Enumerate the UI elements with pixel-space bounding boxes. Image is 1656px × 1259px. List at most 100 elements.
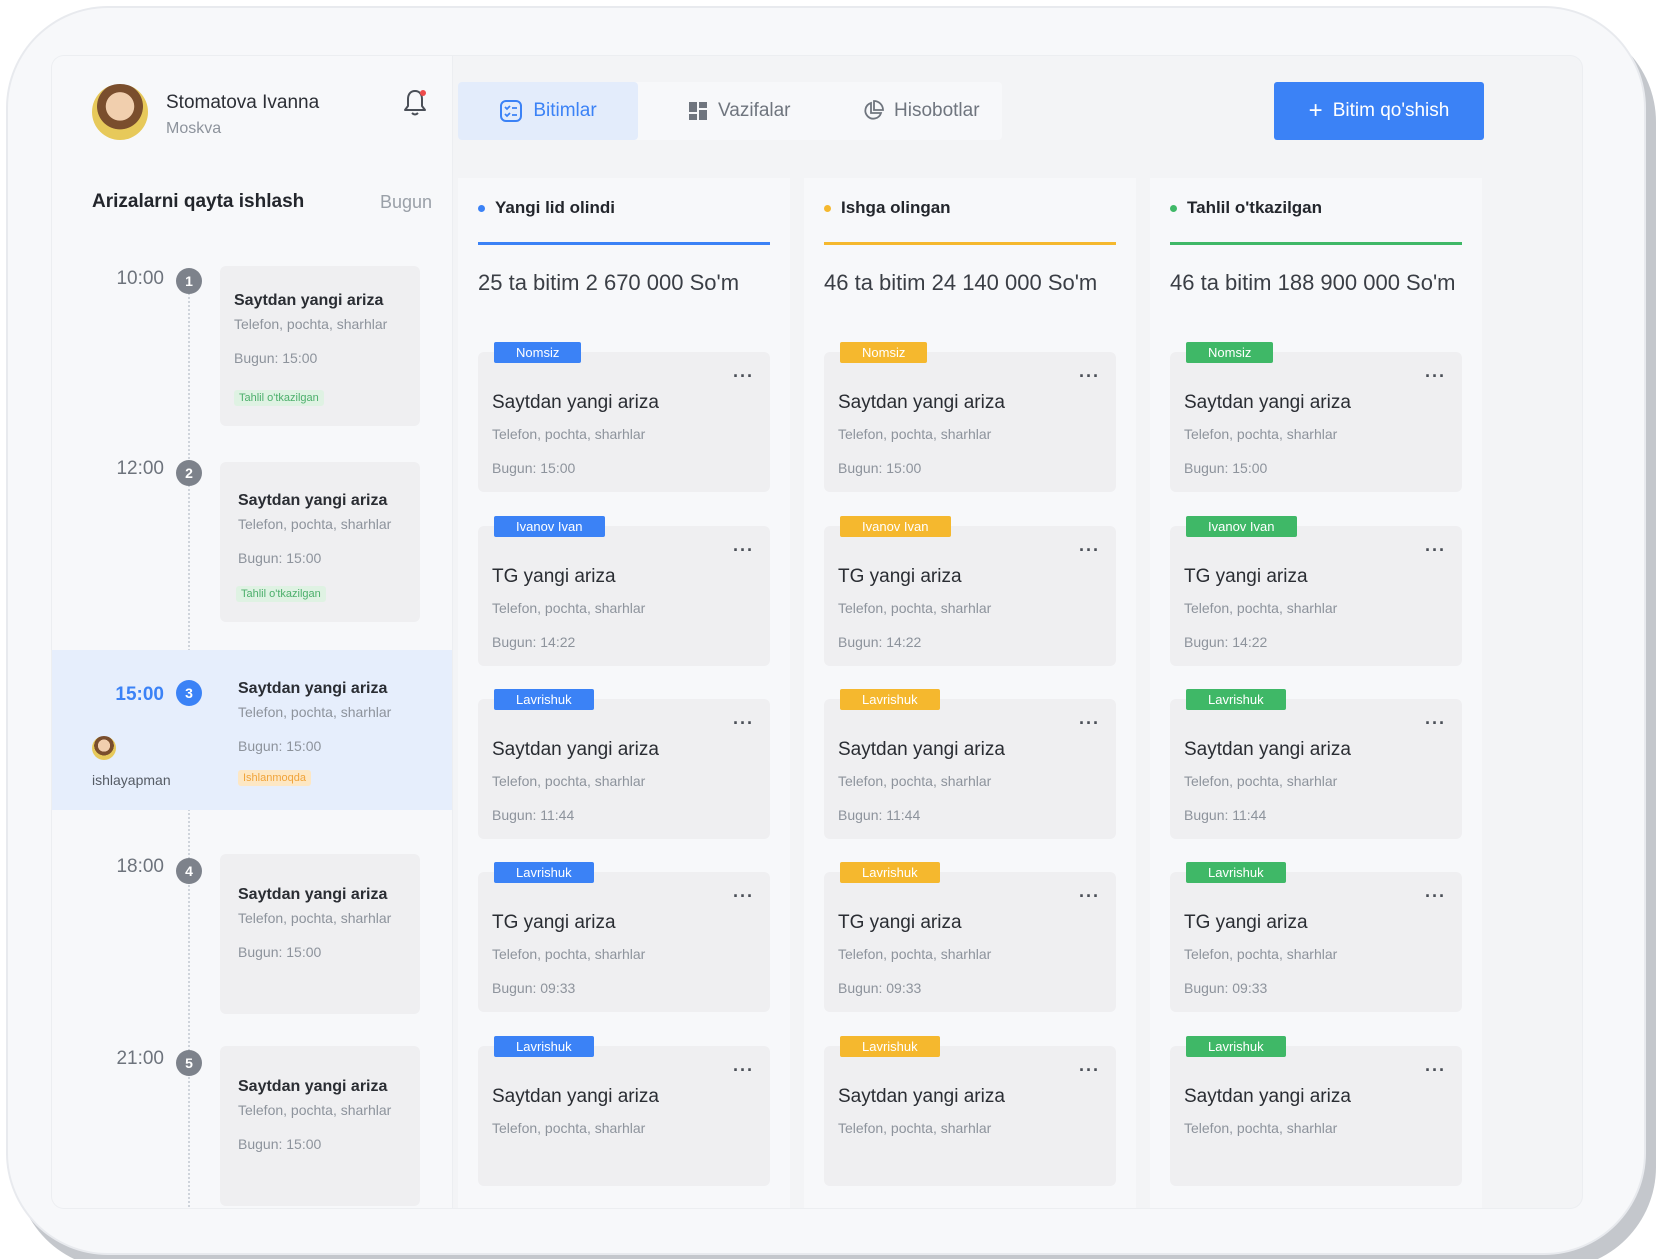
kanban-column: Tahlil o'tkazilgan 46 ta bitim 188 900 00… [1150,178,1482,1208]
timeline-slot[interactable]: 18:00 4 Saytdan yangi ariza Telefon, poc… [52,846,452,1036]
card-owner-badge: Lavrishuk [840,689,940,710]
card-owner-badge: Ivanov Ivan [840,516,951,537]
card-owner-badge: Lavrishuk [840,1036,940,1057]
deal-card[interactable]: Lavrishuk ··· Saytdan yangi ariza Telefon, … [478,689,770,839]
card-timestamp: Bugun: 15:00 [1184,460,1268,476]
slot-card-time: Bugun: 15:00 [238,1136,322,1152]
user-city: Moskva [166,120,222,137]
more-options-icon[interactable]: ··· [1425,366,1446,387]
slot-card[interactable]: Saytdan yangi ariza Telefon, pochta, sha… [220,462,420,622]
sidebar-today-filter[interactable]: Bugun [380,192,432,213]
column-header[interactable]: Yangi lid olindi [478,198,615,218]
column-header[interactable]: Ishga olingan [824,198,951,218]
card-owner-badge: Lavrishuk [840,862,940,883]
more-options-icon[interactable]: ··· [733,1060,754,1081]
more-options-icon[interactable]: ··· [733,886,754,907]
slot-card[interactable]: Saytdan yangi ariza Telefon, pochta, sha… [220,854,420,1014]
column-header[interactable]: Tahlil o'tkazilgan [1170,198,1322,218]
card-owner-badge: Nomsiz [840,342,928,363]
card-title: Saytdan yangi ariza [492,1086,659,1107]
timeline-slot[interactable]: 10:00 1 Saytdan yangi ariza Telefon, poc… [52,256,452,446]
slot-time: 10:00 [116,268,164,289]
status-badge: Ishlanmoqda [238,770,311,786]
card-title: Saytdan yangi ariza [1184,1086,1351,1107]
slot-card[interactable]: Saytdan yangi ariza Telefon, pochta, sha… [220,650,420,810]
card-title: Saytdan yangi ariza [492,392,659,413]
slot-card-time: Bugun: 15:00 [234,350,318,366]
tab-label: Hisobotlar [894,100,980,121]
deal-card[interactable]: Ivanov Ivan ··· TG yangi ariza Telefon, poc… [824,516,1116,666]
add-deal-button[interactable]: + Bitim qo'shish [1274,82,1484,140]
notification-bell-icon[interactable] [402,88,428,118]
more-options-icon[interactable]: ··· [1425,540,1446,561]
more-options-icon[interactable]: ··· [1079,540,1100,561]
deal-card[interactable]: Lavrishuk ··· TG yangi ariza Telefon, pocht… [478,862,770,1012]
more-options-icon[interactable]: ··· [733,540,754,561]
more-options-icon[interactable]: ··· [733,713,754,734]
deal-card[interactable]: Lavrishuk ··· Saytdan yangi ariza Telefon, … [824,1036,1116,1186]
deal-card[interactable]: Lavrishuk ··· Saytdan yangi ariza Telefon, … [1170,689,1462,839]
column-summary: 25 ta bitim 2 670 000 So'm [478,270,740,295]
timeline-slot-active[interactable]: 15:00 3 ishlayapman Saytdan yangi ariza … [52,650,452,810]
deal-card[interactable]: Ivanov Ivan ··· TG yangi ariza Telefon, poc… [1170,516,1462,666]
column-summary: 46 ta bitim 188 900 000 So'm [1170,270,1456,295]
card-timestamp: Bugun: 11:44 [1184,807,1267,823]
tab-label: Vazifalar [718,100,791,121]
tab-label: Bitimlar [533,100,597,121]
more-options-icon[interactable]: ··· [1079,366,1100,387]
slot-card-title: Saytdan yangi ariza [238,680,388,697]
tab-hisobotlar[interactable]: Hisobotlar [862,82,980,140]
slot-time: 21:00 [116,1048,164,1069]
deal-card[interactable]: Nomsiz ··· Saytdan yangi ariza Telefon, poc… [824,342,1116,492]
deal-card[interactable]: Lavrishuk ··· TG yangi ariza Telefon, pocht… [824,862,1116,1012]
slot-time: 12:00 [116,458,164,479]
more-options-icon[interactable]: ··· [733,366,754,387]
timeline-slot[interactable]: 12:00 2 Saytdan yangi ariza Telefon, poc… [52,448,452,638]
more-options-icon[interactable]: ··· [1079,713,1100,734]
slot-card[interactable]: Saytdan yangi ariza Telefon, pochta, sha… [220,266,420,426]
card-subtitle: Telefon, pochta, sharhlar [1184,600,1338,616]
more-options-icon[interactable]: ··· [1425,1060,1446,1081]
deal-card[interactable]: Ivanov Ivan ··· TG yangi ariza Telefon, poc… [478,516,770,666]
card-title: TG yangi ariza [1184,566,1308,587]
card-title: Saytdan yangi ariza [838,392,1005,413]
slot-card-time: Bugun: 15:00 [238,550,322,566]
deal-card[interactable]: Lavrishuk ··· Saytdan yangi ariza Telefon, … [1170,1036,1462,1186]
timeline-slot[interactable]: 21:00 5 Saytdan yangi ariza Telefon, poc… [52,1038,452,1208]
card-subtitle: Telefon, pochta, sharhlar [838,600,992,616]
more-options-icon[interactable]: ··· [1079,886,1100,907]
card-subtitle: Telefon, pochta, sharhlar [838,946,992,962]
plus-icon: + [1308,97,1323,124]
more-options-icon[interactable]: ··· [1425,886,1446,907]
tab-bitimlar[interactable]: Bitimlar [458,82,638,140]
tasks-grid-icon [689,102,707,120]
slot-number: 4 [176,858,202,884]
column-status-dot [1170,204,1177,212]
deal-card[interactable]: Lavrishuk ··· TG yangi ariza Telefon, pocht… [1170,862,1462,1012]
column-title: Yangi lid olindi [495,198,615,217]
kanban-column: Yangi lid olindi 25 ta bitim 2 670 000 So… [458,178,790,1208]
user-profile[interactable]: Stomatova Ivanna Moskva [92,84,432,148]
more-options-icon[interactable]: ··· [1079,1060,1100,1081]
slot-card[interactable]: Saytdan yangi ariza Telefon, pochta, sha… [220,1046,420,1206]
card-timestamp: Bugun: 09:33 [1184,980,1268,996]
card-subtitle: Telefon, pochta, sharhlar [838,773,992,789]
column-title: Tahlil o'tkazilgan [1187,198,1323,217]
column-accent-bar [1170,242,1462,245]
deal-card[interactable]: Nomsiz ··· Saytdan yangi ariza Telefon, poc… [1170,342,1462,492]
slot-card-time: Bugun: 15:00 [238,738,322,754]
slot-number: 3 [176,680,202,706]
sidebar-title: Arizalarni qayta ishlash [92,191,305,212]
deal-card[interactable]: Nomsiz ··· Saytdan yangi ariza Telefon, poc… [478,342,770,492]
slot-card-subtitle: Telefon, pochta, sharhlar [238,910,392,926]
deal-card[interactable]: Lavrishuk ··· Saytdan yangi ariza Telefon, … [478,1036,770,1186]
more-options-icon[interactable]: ··· [1425,713,1446,734]
card-owner-badge: Ivanov Ivan [1186,516,1297,537]
tab-vazifalar[interactable]: Vazifalar [688,82,791,140]
user-name: Stomatova Ivanna [166,92,320,113]
card-subtitle: Telefon, pochta, sharhlar [838,426,992,442]
card-timestamp: Bugun: 14:22 [838,634,922,650]
card-owner-badge: Nomsiz [1186,342,1274,363]
column-title: Ishga olingan [841,198,951,217]
deal-card[interactable]: Lavrishuk ··· Saytdan yangi ariza Telefon, … [824,689,1116,839]
